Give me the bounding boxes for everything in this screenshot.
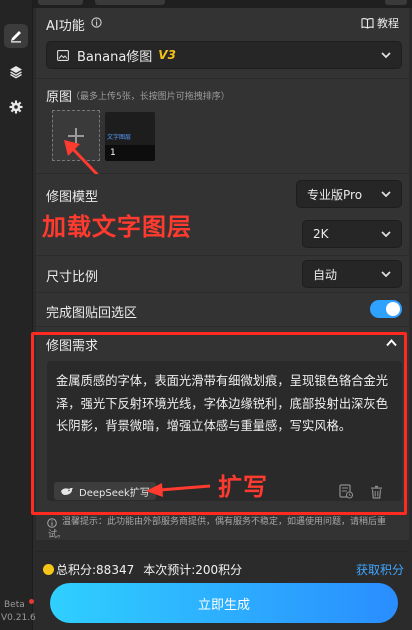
chevron-down-icon [381,271,391,278]
pencil-icon [11,31,21,43]
estimated-cost: 本次预计:200积分 [143,563,243,577]
tutorial-label: 教程 [377,17,399,30]
history-icon[interactable] [339,484,353,499]
settings-tool-button[interactable] [4,95,28,119]
version-label: V0.21.6 [1,613,36,623]
size-ratio-value: 自动 [313,267,338,282]
chevron-down-icon [381,231,391,238]
layers-tool-button[interactable] [4,60,28,84]
annotation-load-text-layer: 加载文字图层 [42,213,192,241]
top-strip [33,0,412,8]
earn-points-link[interactable]: 获取积分 [356,561,404,578]
retouch-model-value: 专业版Pro [307,187,363,202]
toggle-knob [386,302,400,316]
requirements-text: 金属质感的字体，表面光滑带有细微划痕，呈现银色铬合金光泽，强光下反射环境光线，字… [56,374,389,433]
beta-label: Beta [4,600,25,610]
deepseek-expand-button[interactable]: DeepSeek扩写 [54,482,156,500]
left-rail: Beta V0.21.6 [0,0,36,630]
total-points: 总积分:88347 [56,563,135,577]
chevron-down-icon [381,52,391,59]
annotation-arrow [146,483,211,497]
app: Beta V0.21.6 AI功能 教程 Banana修图 V3 原图 （最多上… [0,0,412,630]
ai-feature-label: AI功能 [46,19,85,34]
size-ratio-select[interactable]: 自动 [302,260,402,288]
size-ratio-label: 尺寸比例 [46,270,99,285]
chevron-up-icon[interactable] [386,339,397,347]
divider [36,551,409,552]
resolution-value: 2K [313,227,329,241]
version-badge: V3 [158,48,176,62]
points-row: 总积分:88347 本次预计:200积分 [43,561,242,578]
book-icon [361,18,374,29]
coin-icon [43,564,54,575]
model-select[interactable]: Banana修图 V3 [46,41,402,69]
annotation-expand: 扩写 [218,473,268,501]
original-hint: （最多上传5张，长按图片可拖拽排序） [71,92,230,102]
info-icon[interactable] [91,17,102,28]
retouch-model-label: 修图模型 [46,190,99,205]
beta-dot [29,599,34,604]
paste-back-label: 完成图贴回选区 [46,306,138,321]
layers-icon [10,66,22,79]
edit-tool-button[interactable] [4,24,28,48]
original-label: 原图 [46,90,73,105]
deepseek-label: DeepSeek扩写 [79,487,150,499]
paste-back-toggle[interactable] [370,300,402,318]
gear-icon [9,100,23,114]
model-select-value: Banana修图 [77,49,153,65]
image-edit-icon [57,49,69,61]
generate-button[interactable]: 立即生成 [50,583,398,623]
tip-text: 温馨提示：此功能由外部服务商提供，偶有服务不稳定，如遇使用问题，请稍后重试。 [48,517,387,540]
retouch-model-select[interactable]: 专业版Pro [296,180,402,208]
tutorial-link[interactable]: 教程 [361,15,399,31]
requirements-label: 修图需求 [46,339,99,354]
whale-icon [61,487,73,495]
resolution-select[interactable]: 2K [302,220,402,248]
trash-icon[interactable] [370,485,383,499]
chevron-down-icon [381,191,391,198]
